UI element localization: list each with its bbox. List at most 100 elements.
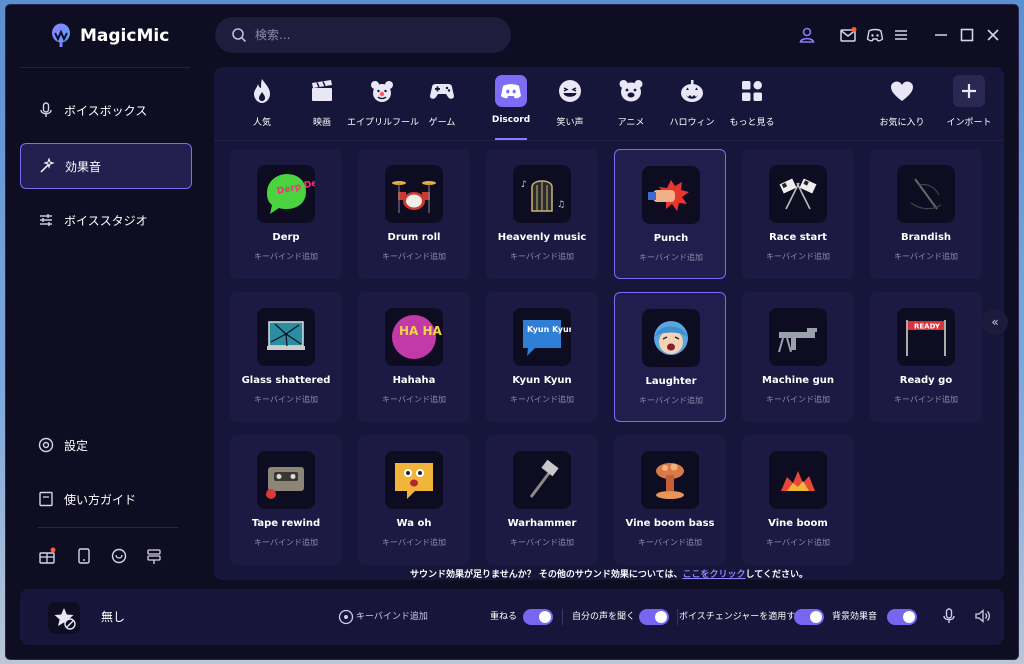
add-keybind-link[interactable]: キーバインド追加 [230,251,342,262]
discord-header-icon[interactable] [866,26,884,44]
microphone-icon[interactable] [940,607,958,625]
tab-label: インポート [946,118,992,128]
sound-card-drum-roll[interactable]: Drum roll キーバインド追加 [358,149,470,279]
add-keybind-link[interactable]: キーバインド追加 [486,394,598,405]
chat-icon[interactable] [110,547,128,565]
punch-fist-icon [648,180,689,211]
click-here-link[interactable]: ここをクリック [682,570,745,580]
add-keybind-link[interactable]: キーバインド追加 [870,394,982,405]
tab-anime[interactable]: アニメ [596,75,666,135]
add-keybind-link[interactable]: キーバインド追加 [486,537,598,548]
sound-thumbnail: Kyun Kyun [513,308,575,366]
sound-name: Glass shattered [241,375,331,386]
search-input[interactable] [255,17,495,53]
mobile-icon[interactable] [75,547,93,565]
add-keybind-link[interactable]: キーバインド追加 [742,394,854,405]
hear-myself-toggle[interactable] [639,609,669,625]
explosion-icon [781,471,815,491]
tab-more[interactable]: もっと見る [717,75,787,135]
tab-favorites[interactable]: お気に入り [867,75,937,135]
add-keybind-link[interactable]: キーバインド追加 [230,394,342,405]
maximize-icon[interactable] [958,26,976,44]
add-keybind-link[interactable]: キーバインド追加 [486,251,598,262]
sound-thumbnail: ♪ ♫ [513,165,571,223]
sound-thumbnail [642,309,700,367]
search-box[interactable] [215,17,511,53]
add-keybind-link[interactable]: キーバインド追加 [614,537,726,548]
close-icon[interactable] [984,26,1002,44]
tab-laughter[interactable]: 笑い声 [535,75,605,135]
current-effect-thumbnail [48,602,80,634]
ready-banner-icon: READY [906,320,946,356]
add-keybind-link[interactable]: キーバインド追加 [742,537,854,548]
sidebar-item-voicebox[interactable]: ボイスボックス [20,88,192,134]
minimize-icon[interactable] [932,26,950,44]
sound-thumbnail [513,451,571,509]
sidebar-divider-top [20,67,190,68]
tab-label: 笑い声 [556,118,584,128]
add-keybind-link[interactable]: キーバインド追加 [358,537,470,548]
sound-card-brandish[interactable]: Brandish キーバインド追加 [870,149,982,279]
sound-card-glass-shattered[interactable]: Glass shattered キーバインド追加 [230,292,342,422]
search-icon [232,28,247,43]
signpost-icon[interactable] [145,547,163,565]
sound-thumbnail [642,166,700,224]
app-title: MagicMic [80,26,170,46]
mail-icon[interactable] [839,26,857,44]
sidebar-item-voice-studio[interactable]: ボイススタジオ [20,198,192,244]
heaven-gate-icon: ♪ ♫ [521,180,565,212]
sound-name: Heavenly music [497,232,587,243]
bottom-bar: 無し キーバインド追加 重ねる 自分の声を聞く ボイスチェンジャーを適用する 背… [20,589,1004,645]
sound-card-hahaha[interactable]: HA HA! Hahaha キーバインド追加 [358,292,470,422]
sound-card-laughter[interactable]: Laughter キーバインド追加 [614,292,726,422]
sound-card-wa-oh[interactable]: Wa oh キーバインド追加 [358,435,470,565]
add-keybind-link[interactable]: キーバインド追加 [615,395,727,406]
star-off-icon [54,608,76,630]
import-button[interactable]: インポート [934,75,1004,135]
sound-card-heavenly-music[interactable]: ♪ ♫ Heavenly music キーバインド追加 [486,149,598,279]
sound-card-ready-go[interactable]: READY Ready go キーバインド追加 [870,292,982,422]
menu-icon[interactable] [892,26,910,44]
add-keybind-link[interactable]: キーバインド追加 [230,537,342,548]
add-keybind-link[interactable]: キーバインド追加 [615,252,727,263]
toggle-label: ボイスチェンジャーを適用する [679,612,805,622]
add-keybind-link[interactable]: キーバインド追加 [742,251,854,262]
speaker-icon[interactable] [974,607,992,625]
sound-card-vine-boom-bass[interactable]: Vine boom bass キーバインド追加 [614,435,726,565]
settings-icon [38,437,54,453]
sidebar-item-settings[interactable]: 設定 [20,423,192,469]
tab-games[interactable]: ゲーム [407,75,477,135]
sound-card-vine-boom[interactable]: Vine boom キーバインド追加 [742,435,854,565]
overlap-toggle[interactable] [523,609,553,625]
sound-thumbnail [769,165,827,223]
haha-thumb-text: HA HA! [399,324,443,338]
add-keybind-link[interactable]: キーバインド追加 [358,394,470,405]
sound-card-warhammer[interactable]: Warhammer キーバインド追加 [486,435,598,565]
plus-icon [953,75,985,107]
sidebar: ボイスボックス 効果音 ボイススタジオ 設定 使い方ガイド [6,67,204,585]
collapse-panel-button[interactable]: « [982,309,1008,335]
add-keybind-link[interactable]: キーバインド追加 [870,251,982,262]
sound-card-derp[interactable]: Derp Derp Derp キーバインド追加 [230,149,342,279]
toggle-label: 重ねる [490,612,518,622]
sound-card-tape-rewind[interactable]: Tape rewind キーバインド追加 [230,435,342,565]
kyun-bubble-icon: Kyun Kyun [523,320,575,356]
laughing-face-icon [559,80,581,102]
gift-icon[interactable] [38,547,56,565]
add-keybind-link[interactable]: キーバインド追加 [358,251,470,262]
sound-card-machine-gun[interactable]: Machine gun キーバインド追加 [742,292,854,422]
toggle-label: 自分の声を聞く [572,612,636,622]
sidebar-item-guide[interactable]: 使い方ガイド [20,477,192,523]
apply-voice-changer-toggle[interactable] [794,609,824,625]
sidebar-item-sound-effects[interactable]: 効果音 [20,143,192,189]
sound-card-kyun-kyun[interactable]: Kyun Kyun Kyun Kyun キーバインド追加 [486,292,598,422]
sound-name: Vine boom bass [625,518,715,529]
background-sound-toggle[interactable] [887,609,917,625]
title-bar: MagicMic [6,5,1018,67]
user-icon[interactable] [798,26,816,44]
sound-name: Wa oh [396,518,432,529]
sound-thumbnail [769,308,827,366]
sound-thumbnail [257,451,315,509]
sound-card-race-start[interactable]: Race start キーバインド追加 [742,149,854,279]
sound-card-punch[interactable]: Punch キーバインド追加 [614,149,726,279]
